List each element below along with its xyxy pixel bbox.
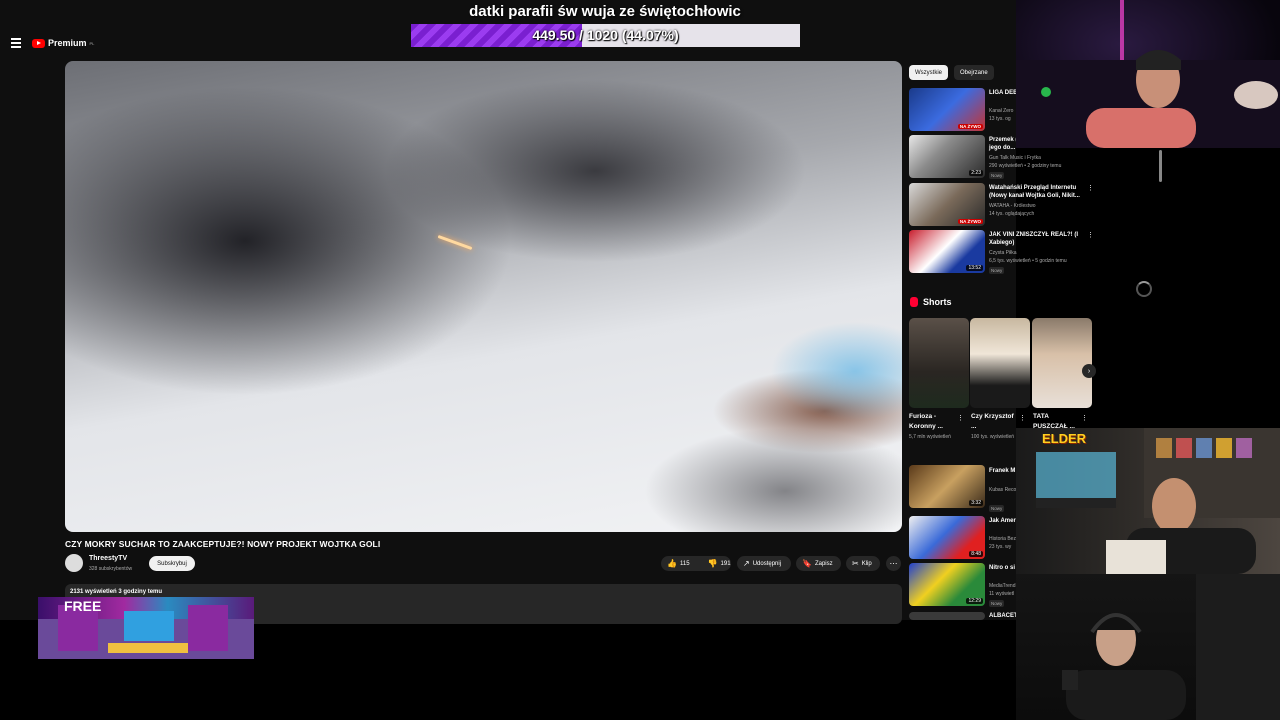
rec-thumbnail[interactable]: 3:32 (909, 465, 985, 508)
share-icon: ↗ (743, 558, 750, 568)
duration-badge: 12:29 (966, 598, 983, 604)
new-badge: Nowy (989, 267, 1005, 274)
rec-views: 6,5 tys. wyświetleń • 5 godzin temu (989, 258, 1067, 264)
menu-icon[interactable] (11, 38, 21, 48)
chip-watched[interactable]: Obejrzane (954, 65, 994, 80)
duration-badge: 8:48 (969, 551, 983, 557)
channel-avatar[interactable] (65, 554, 83, 572)
rec-thumbnail[interactable]: 13:52 (909, 230, 985, 273)
subscribe-button[interactable]: Subskrybuj (149, 556, 195, 571)
like-button[interactable]: 👍 115 (661, 556, 696, 571)
rec-views: 290 wyświetleń • 2 godziny temu (989, 163, 1062, 169)
webcam-middle: ELDER (1016, 428, 1280, 574)
logo-text: Premium (48, 38, 87, 48)
live-badge: NA ŻYWO (957, 219, 983, 224)
clip-label: Klip (861, 560, 872, 567)
video-title: CZY MOKRY SUCHAR TO ZAAKCEPTUJE?! NOWY P… (65, 539, 381, 549)
clip-button[interactable]: ✂ Klip (846, 556, 880, 571)
more-vertical-icon[interactable]: ⋮ (1019, 414, 1026, 422)
save-label: Zapisz (814, 560, 833, 567)
webcam-logo: ELDER (1042, 431, 1087, 446)
rec-thumbnail[interactable] (909, 612, 985, 620)
rec-channel: Czysta Piłka (989, 250, 1017, 256)
dislike-count: 191 (720, 560, 731, 567)
new-badge: Nowy (989, 505, 1005, 512)
share-label: Udostępnij (752, 560, 782, 567)
video-player[interactable] (65, 61, 902, 532)
rec-thumbnail[interactable]: 8:48 (909, 516, 985, 559)
rec-title[interactable]: Watahański Przegląd Internetu (Nowy kana… (989, 184, 1085, 200)
share-button[interactable]: ↗ Udostępnij (737, 556, 791, 571)
duration-badge: 13:52 (966, 265, 983, 271)
donation-goal-title: datki parafii św wuja ze świętochłowic (469, 3, 741, 20)
donation-progress-bar: 449.50 / 1020 (44.07%) (411, 24, 800, 47)
loading-spinner-icon (1136, 281, 1152, 297)
webcam-top (1016, 0, 1280, 148)
duration-badge: 3:32 (969, 500, 983, 506)
short-title[interactable]: Czy Krzysztof ... (971, 412, 1017, 432)
short-thumbnail[interactable] (909, 318, 969, 408)
scissors-icon: ✂ (852, 558, 859, 568)
live-badge: NA ŻYWO (957, 124, 983, 129)
chip-all[interactable]: Wszystkie (909, 65, 948, 80)
rec-channel: WATAHA - Królestwo (989, 203, 1036, 209)
new-badge: Nowy (989, 600, 1005, 607)
light-streak (437, 234, 473, 251)
webcam-bottom-scene (1062, 574, 1280, 720)
short-views: 100 tys. wyświetleń (971, 434, 1015, 440)
more-actions-button[interactable]: ⋯ (886, 556, 901, 571)
rec-channel: Gun Talk Music i Frytka (989, 155, 1041, 161)
rec-thumbnail[interactable]: 2:23 (909, 135, 985, 178)
short-thumbnail[interactable] (970, 318, 1030, 408)
short-title[interactable]: Furioza - Koronny ... (909, 412, 955, 432)
more-vertical-icon[interactable]: ⋮ (957, 414, 964, 422)
more-vertical-icon[interactable]: ⋮ (1087, 231, 1094, 239)
rec-thumbnail[interactable]: 12:29 (909, 563, 985, 606)
rec-views: 14 tys. oglądających (989, 211, 1035, 217)
webcam-middle-scene (1036, 428, 1280, 574)
channel-subscribers: 328 subskrybentów (89, 566, 133, 572)
like-count: 115 (679, 560, 690, 567)
youtube-play-icon (32, 38, 45, 48)
logo-region: PL (89, 40, 95, 46)
channel-name[interactable]: ThreestyTV (89, 555, 127, 562)
webcam-bottom (1016, 574, 1280, 720)
video-stats: 2131 wyświetleń 3 godziny temu (70, 589, 163, 595)
shorts-icon (910, 297, 918, 307)
short-views: 5,7 mln wyświetleń (909, 434, 951, 440)
more-vertical-icon[interactable]: ⋮ (1087, 184, 1094, 192)
overlay-text: FREE (64, 598, 102, 614)
dislike-button[interactable]: 👎 191 (702, 556, 737, 571)
youtube-logo[interactable]: Premium PL (32, 38, 94, 48)
donation-progress-text: 449.50 / 1020 (44.07%) (532, 27, 679, 43)
thumbs-up-icon: 👍 (667, 558, 677, 568)
short-thumbnail[interactable] (1032, 318, 1092, 408)
thumbs-down-icon: 👎 (707, 558, 718, 568)
more-horizontal-icon: ⋯ (889, 558, 898, 568)
like-dislike-group: 👍 115 👎 191 (661, 556, 731, 571)
new-badge: Nowy (989, 172, 1005, 179)
duration-badge: 2:23 (969, 170, 983, 176)
save-button[interactable]: 🔖 Zapisz (796, 556, 841, 571)
rec-thumbnail[interactable]: NA ŻYWO (909, 183, 985, 226)
bookmark-icon: 🔖 (802, 558, 812, 568)
shorts-heading: Shorts (923, 297, 952, 307)
chevron-right-icon[interactable]: › (1082, 364, 1096, 378)
sidebar-scrollbar[interactable] (1159, 150, 1162, 182)
rec-title[interactable]: JAK VINI ZNISZCZYŁ REAL?! (I Xabiego) (989, 231, 1085, 247)
rec-thumbnail[interactable]: NA ŻYWO (909, 88, 985, 131)
more-vertical-icon[interactable]: ⋮ (1081, 414, 1088, 422)
webcam-top-scene (1016, 0, 1280, 148)
